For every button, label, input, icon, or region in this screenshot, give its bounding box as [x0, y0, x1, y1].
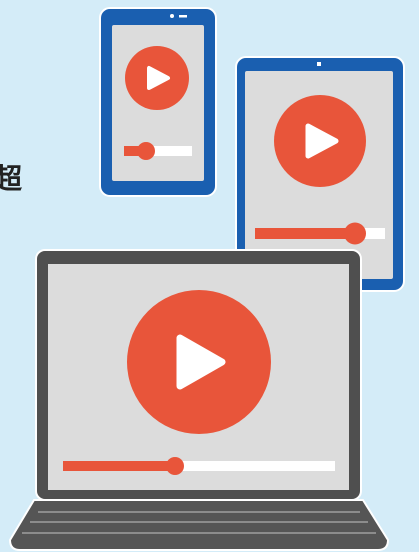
laptop-progress-fill: [63, 461, 175, 471]
laptop: [9, 249, 389, 551]
play-icon[interactable]: [125, 46, 189, 110]
smartphone-speaker: [179, 15, 187, 18]
play-icon[interactable]: [127, 290, 271, 434]
play-icon[interactable]: [274, 95, 366, 187]
tablet-progress-fill: [255, 228, 355, 239]
laptop-progress-handle[interactable]: [166, 457, 184, 475]
smartphone: [99, 7, 217, 197]
laptop-keyboard-base: [9, 499, 389, 551]
tablet-progress-handle[interactable]: [344, 222, 366, 245]
devices-illustration: [9, 7, 405, 551]
tablet-camera: [317, 62, 321, 66]
smartphone-progress-handle[interactable]: [137, 142, 155, 160]
illustration-canvas: 超: [0, 0, 419, 552]
smartphone-camera: [170, 14, 174, 18]
